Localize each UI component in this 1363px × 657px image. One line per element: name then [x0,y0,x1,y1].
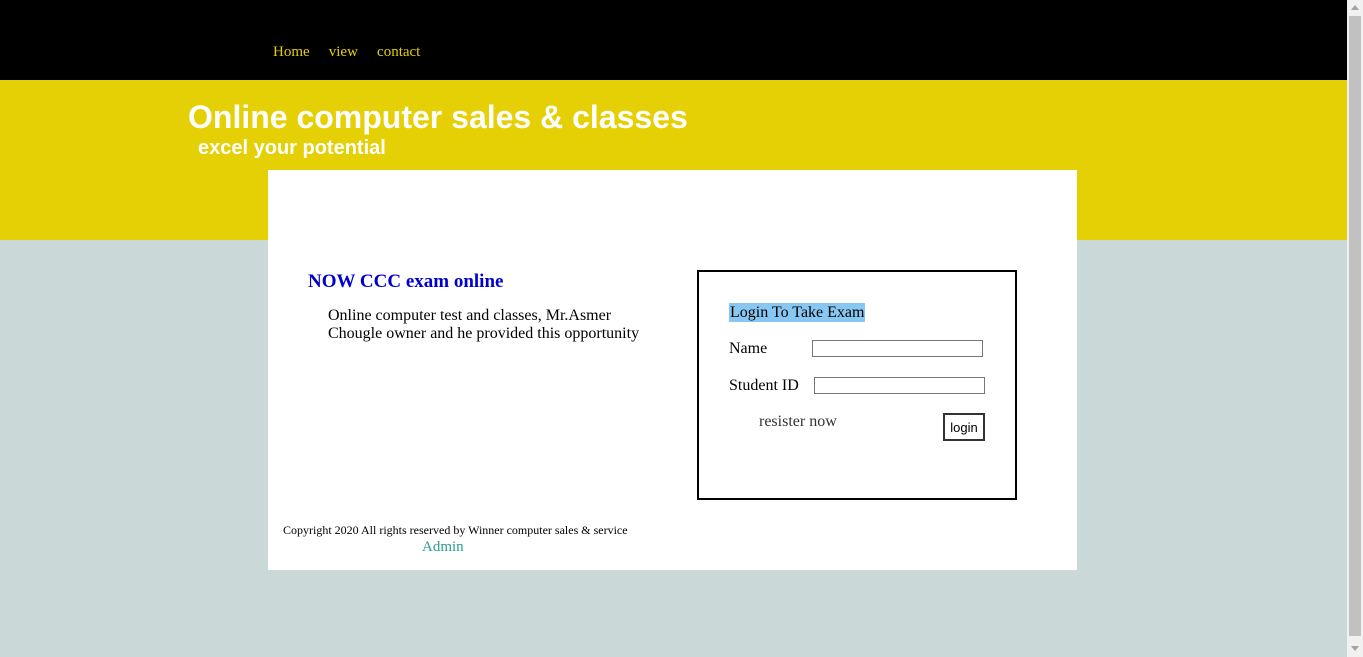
login-form-title: Login To Take Exam [729,303,866,322]
copyright-text: Copyright 2020 All rights reserved by Wi… [283,523,628,537]
scroll-up-arrow-icon[interactable] [1351,5,1359,10]
student-id-input[interactable] [814,377,985,394]
main-nav: Home view contact [273,41,434,61]
news-heading: NOW CCC exam online [308,271,504,292]
site-title: Online computer sales & classes [188,99,688,135]
news-description: Online computer test and classes, Mr.Asm… [328,307,640,342]
nav-view-link[interactable]: view [329,44,358,61]
admin-link[interactable]: Admin [422,539,464,556]
student-id-label: Student ID [729,377,799,394]
register-now-link[interactable]: resister now [759,413,837,431]
nav-home-link[interactable]: Home [273,44,310,61]
vertical-scrollbar[interactable] [1347,0,1363,657]
login-button[interactable]: login [943,413,985,441]
top-navigation-bar: Home view contact [0,0,1347,80]
name-input[interactable] [812,340,983,357]
scrollbar-thumb[interactable] [1349,16,1361,636]
scroll-down-arrow-icon[interactable] [1351,646,1359,651]
content-panel: NOW CCC exam online Online computer test… [268,170,1077,570]
nav-contact-link[interactable]: contact [377,44,420,61]
site-tagline: excel your potential [198,137,386,159]
login-form: Login To Take Exam Name Student ID resis… [697,270,1017,500]
name-label: Name [729,340,768,357]
